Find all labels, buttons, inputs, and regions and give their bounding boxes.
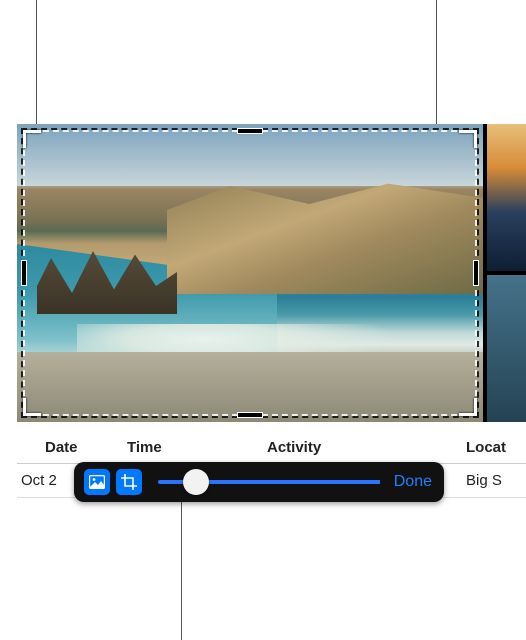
crop-overlay[interactable] (23, 130, 477, 416)
zoom-slider[interactable] (148, 462, 386, 502)
header-activity: Activity (247, 439, 466, 456)
crop-handle-top[interactable] (238, 129, 262, 133)
crop-handle-bottom-right[interactable] (459, 398, 477, 416)
photo-area (17, 124, 526, 422)
main-photo[interactable] (17, 124, 483, 422)
crop-icon (121, 474, 137, 490)
thumbnail-1[interactable] (487, 124, 526, 271)
header-time: Time (127, 439, 247, 456)
crop-handle-bottom-left[interactable] (23, 398, 41, 416)
crop-handle-top-right[interactable] (459, 130, 477, 148)
cell-location: Big S (466, 472, 526, 489)
done-button[interactable]: Done (392, 473, 434, 491)
crop-handle-right[interactable] (474, 261, 478, 285)
zoom-slider-knob[interactable] (183, 469, 209, 495)
callout-line-top-left (36, 0, 37, 124)
callout-line-top-right (436, 0, 437, 130)
image-edit-toolbar: Done (74, 462, 444, 502)
crop-handle-top-left[interactable] (23, 130, 41, 148)
callout-line-bottom (181, 502, 182, 640)
photo-mode-button[interactable] (84, 469, 110, 495)
header-location: Locat (466, 439, 526, 456)
photo-icon (89, 475, 105, 489)
crop-mode-button[interactable] (116, 469, 142, 495)
table-header-row: Date Time Activity Locat (17, 432, 526, 464)
thumbnail-2[interactable] (487, 275, 526, 422)
crop-handle-left[interactable] (22, 261, 26, 285)
crop-handle-bottom[interactable] (238, 413, 262, 417)
thumbnail-strip (487, 124, 526, 422)
header-date: Date (17, 439, 127, 456)
